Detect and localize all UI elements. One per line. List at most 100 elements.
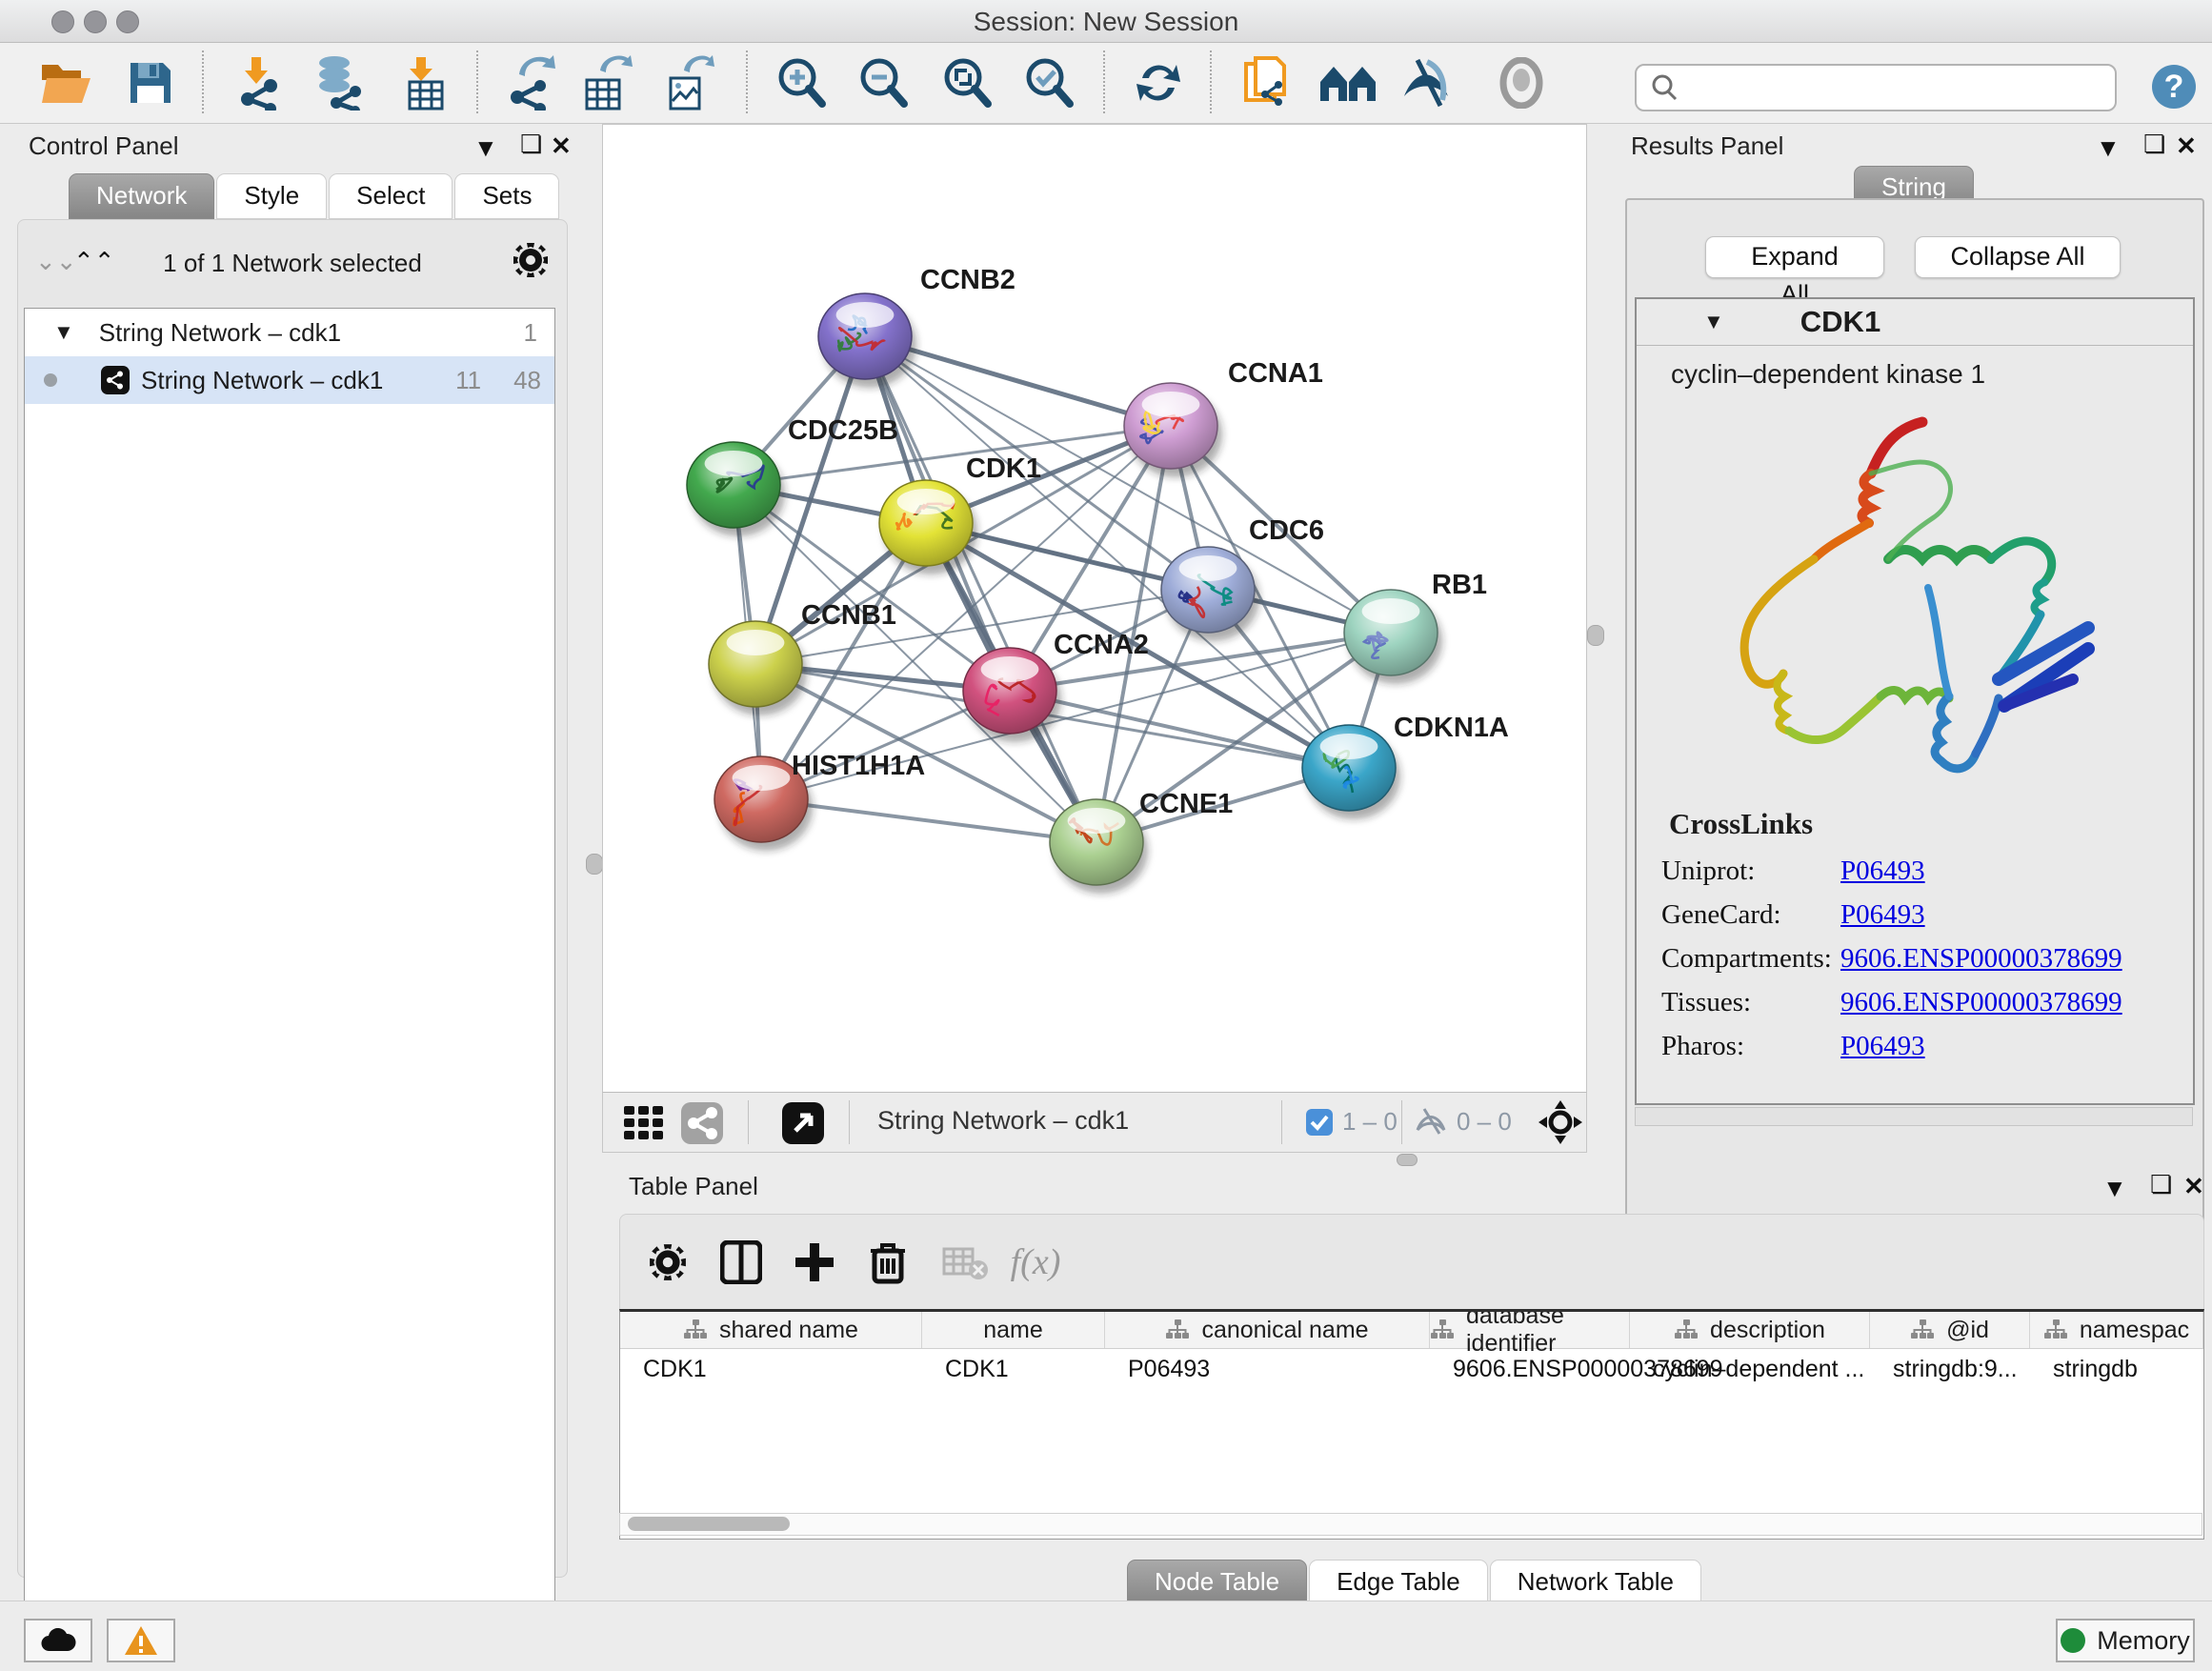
table-header-row: shared namenamecanonical namedatabase id… bbox=[620, 1312, 2203, 1349]
export-network-icon[interactable] bbox=[500, 52, 561, 113]
function-builder-icon: f(x) bbox=[1005, 1232, 1066, 1293]
crosslink-link[interactable]: P06493 bbox=[1840, 1031, 1925, 1062]
scrollbar-thumb[interactable] bbox=[628, 1517, 790, 1531]
column-header-database-identifier[interactable]: database identifier bbox=[1430, 1312, 1630, 1348]
expand-all-button[interactable]: Expand All bbox=[1705, 236, 1884, 278]
import-network-icon[interactable] bbox=[229, 52, 290, 113]
tab-edge-table[interactable]: Edge Table bbox=[1309, 1560, 1488, 1605]
float-panel-icon[interactable]: ▼ bbox=[2102, 1174, 2127, 1202]
network-list: ▼ String Network – cdk1 1 String Network… bbox=[24, 308, 555, 1603]
copy-style-icon[interactable] bbox=[1237, 52, 1297, 113]
import-table-icon[interactable] bbox=[395, 52, 456, 113]
import-database-icon[interactable] bbox=[308, 52, 369, 113]
node-CCNE1[interactable]: CCNE1 bbox=[1050, 789, 1233, 894]
column-header-canonical-name[interactable]: canonical name bbox=[1105, 1312, 1430, 1348]
node-HIST1H1A[interactable]: HIST1H1A bbox=[714, 751, 925, 851]
close-panel-icon[interactable]: ✕ bbox=[2176, 131, 2197, 160]
crosslink-link[interactable]: P06493 bbox=[1840, 899, 1925, 931]
column-header-description[interactable]: description bbox=[1630, 1312, 1870, 1348]
open-session-icon[interactable] bbox=[36, 52, 97, 113]
tab-network-table[interactable]: Network Table bbox=[1490, 1560, 1701, 1605]
node-CDKN1A[interactable]: CDKN1A bbox=[1302, 713, 1509, 819]
birds-eye-view-icon[interactable] bbox=[681, 1102, 723, 1144]
results-panel-title: Results Panel bbox=[1631, 131, 1783, 161]
network-row-selected[interactable]: String Network – cdk1 11 48 bbox=[25, 356, 554, 404]
left-splitter-handle[interactable] bbox=[586, 854, 603, 875]
crosslink-link[interactable]: P06493 bbox=[1840, 856, 1925, 887]
maximize-panel-icon[interactable]: ❏ bbox=[2143, 130, 2165, 158]
houses-icon[interactable] bbox=[1317, 52, 1378, 113]
maximize-panel-icon[interactable]: ❏ bbox=[2150, 1170, 2172, 1198]
node-CCNA1[interactable]: CCNA1 bbox=[1124, 358, 1323, 477]
tab-node-table[interactable]: Node Table bbox=[1127, 1560, 1307, 1605]
table-body: CDK1CDK1P064939606.ENSP00000378699cyclin… bbox=[620, 1349, 2203, 1389]
float-panel-icon[interactable]: ▼ bbox=[2096, 133, 2121, 162]
table-cell: CDK1 bbox=[620, 1349, 922, 1389]
grid-view-icon[interactable] bbox=[624, 1106, 666, 1140]
table-cell: 9606.ENSP00000378699 bbox=[1430, 1349, 1630, 1389]
eye-icon[interactable] bbox=[1491, 52, 1552, 113]
footer-separator bbox=[1401, 1100, 1402, 1144]
collapse-all-button[interactable]: Collapse All bbox=[1915, 236, 2121, 278]
warning-button[interactable] bbox=[107, 1619, 175, 1662]
node-CCNB1[interactable]: CCNB1 bbox=[709, 600, 896, 715]
network-label: String Network – cdk1 bbox=[141, 366, 383, 395]
cloud-icon bbox=[40, 1628, 76, 1653]
hidden-eye-icon[interactable] bbox=[1415, 1107, 1447, 1136]
help-button[interactable]: ? bbox=[2152, 65, 2196, 109]
close-panel-icon[interactable]: ✕ bbox=[2183, 1172, 2204, 1200]
add-column-icon[interactable] bbox=[784, 1232, 845, 1293]
results-scrollbar[interactable] bbox=[1635, 1107, 2193, 1126]
string-app-icon bbox=[101, 366, 130, 394]
memory-button[interactable]: Memory bbox=[2056, 1619, 2195, 1662]
tab-sets[interactable]: Sets bbox=[454, 173, 559, 219]
control-panel-tabs: NetworkStyleSelectSets bbox=[69, 173, 561, 219]
node-CDC6[interactable]: CDC6 bbox=[1161, 515, 1324, 641]
export-table-icon[interactable] bbox=[576, 52, 637, 113]
tab-network[interactable]: Network bbox=[69, 173, 214, 219]
hide-nodes-icon[interactable] bbox=[1396, 52, 1457, 113]
selected-checkbox-icon[interactable] bbox=[1306, 1109, 1333, 1136]
crosslink-label: GeneCard: bbox=[1637, 899, 1840, 931]
table-row[interactable]: CDK1CDK1P064939606.ENSP00000378699cyclin… bbox=[620, 1349, 2203, 1389]
refresh-icon[interactable] bbox=[1128, 52, 1189, 113]
column-header-name[interactable]: name bbox=[922, 1312, 1105, 1348]
maximize-panel-icon[interactable]: ❏ bbox=[520, 130, 542, 158]
table-cell: cyclin–dependent ... bbox=[1630, 1349, 1870, 1389]
fit-selected-crosshair-icon[interactable] bbox=[1538, 1100, 1582, 1144]
float-panel-icon[interactable]: ▼ bbox=[473, 133, 498, 162]
string-results-content: Expand All Collapse All ▼ CDK1 cyclin–de… bbox=[1625, 198, 2204, 1250]
zoom-fit-icon[interactable] bbox=[936, 52, 997, 113]
shared-column-icon bbox=[1165, 1319, 1190, 1341]
tab-select[interactable]: Select bbox=[329, 173, 452, 219]
node-label-CCNB2: CCNB2 bbox=[920, 265, 1016, 295]
table-options-gear-icon[interactable] bbox=[637, 1232, 698, 1293]
show-columns-icon[interactable] bbox=[711, 1232, 772, 1293]
crosslink-label: Tissues: bbox=[1637, 987, 1840, 1018]
export-image-icon[interactable] bbox=[658, 52, 719, 113]
network-collection-row[interactable]: ▼ String Network – cdk1 1 bbox=[25, 309, 554, 356]
node-RB1[interactable]: RB1 bbox=[1344, 570, 1487, 684]
toolbar-separator bbox=[746, 50, 748, 113]
delete-column-icon[interactable] bbox=[857, 1232, 918, 1293]
zoom-out-icon[interactable] bbox=[853, 52, 914, 113]
search-input[interactable] bbox=[1688, 73, 2115, 102]
zoom-selected-icon[interactable] bbox=[1018, 52, 1079, 113]
save-session-icon[interactable] bbox=[120, 52, 181, 113]
right-splitter-handle[interactable] bbox=[1587, 625, 1604, 646]
column-header-shared-name[interactable]: shared name bbox=[620, 1312, 922, 1348]
cloud-button[interactable] bbox=[24, 1619, 92, 1662]
network-options-gear-icon[interactable] bbox=[512, 241, 550, 279]
table-hscrollbar[interactable] bbox=[619, 1513, 2202, 1536]
crosslink-link[interactable]: 9606.ENSP00000378699 bbox=[1840, 987, 2122, 1018]
column-header-@id[interactable]: @id bbox=[1870, 1312, 2030, 1348]
section-expander-icon[interactable]: ▼ bbox=[1703, 310, 1724, 334]
column-header-namespac[interactable]: namespac bbox=[2030, 1312, 2203, 1348]
close-panel-icon[interactable]: ✕ bbox=[551, 131, 572, 160]
detach-view-icon[interactable] bbox=[782, 1102, 824, 1144]
zoom-in-icon[interactable] bbox=[771, 52, 832, 113]
tab-style[interactable]: Style bbox=[216, 173, 327, 219]
crosslink-link[interactable]: 9606.ENSP00000378699 bbox=[1840, 943, 2122, 975]
network-canvas[interactable]: CCNB2CCNA1CDC25BCDK1CDC6RB1CCNB1CCNA2CDK… bbox=[602, 124, 1587, 1094]
collection-expander-icon[interactable]: ▼ bbox=[53, 320, 74, 345]
